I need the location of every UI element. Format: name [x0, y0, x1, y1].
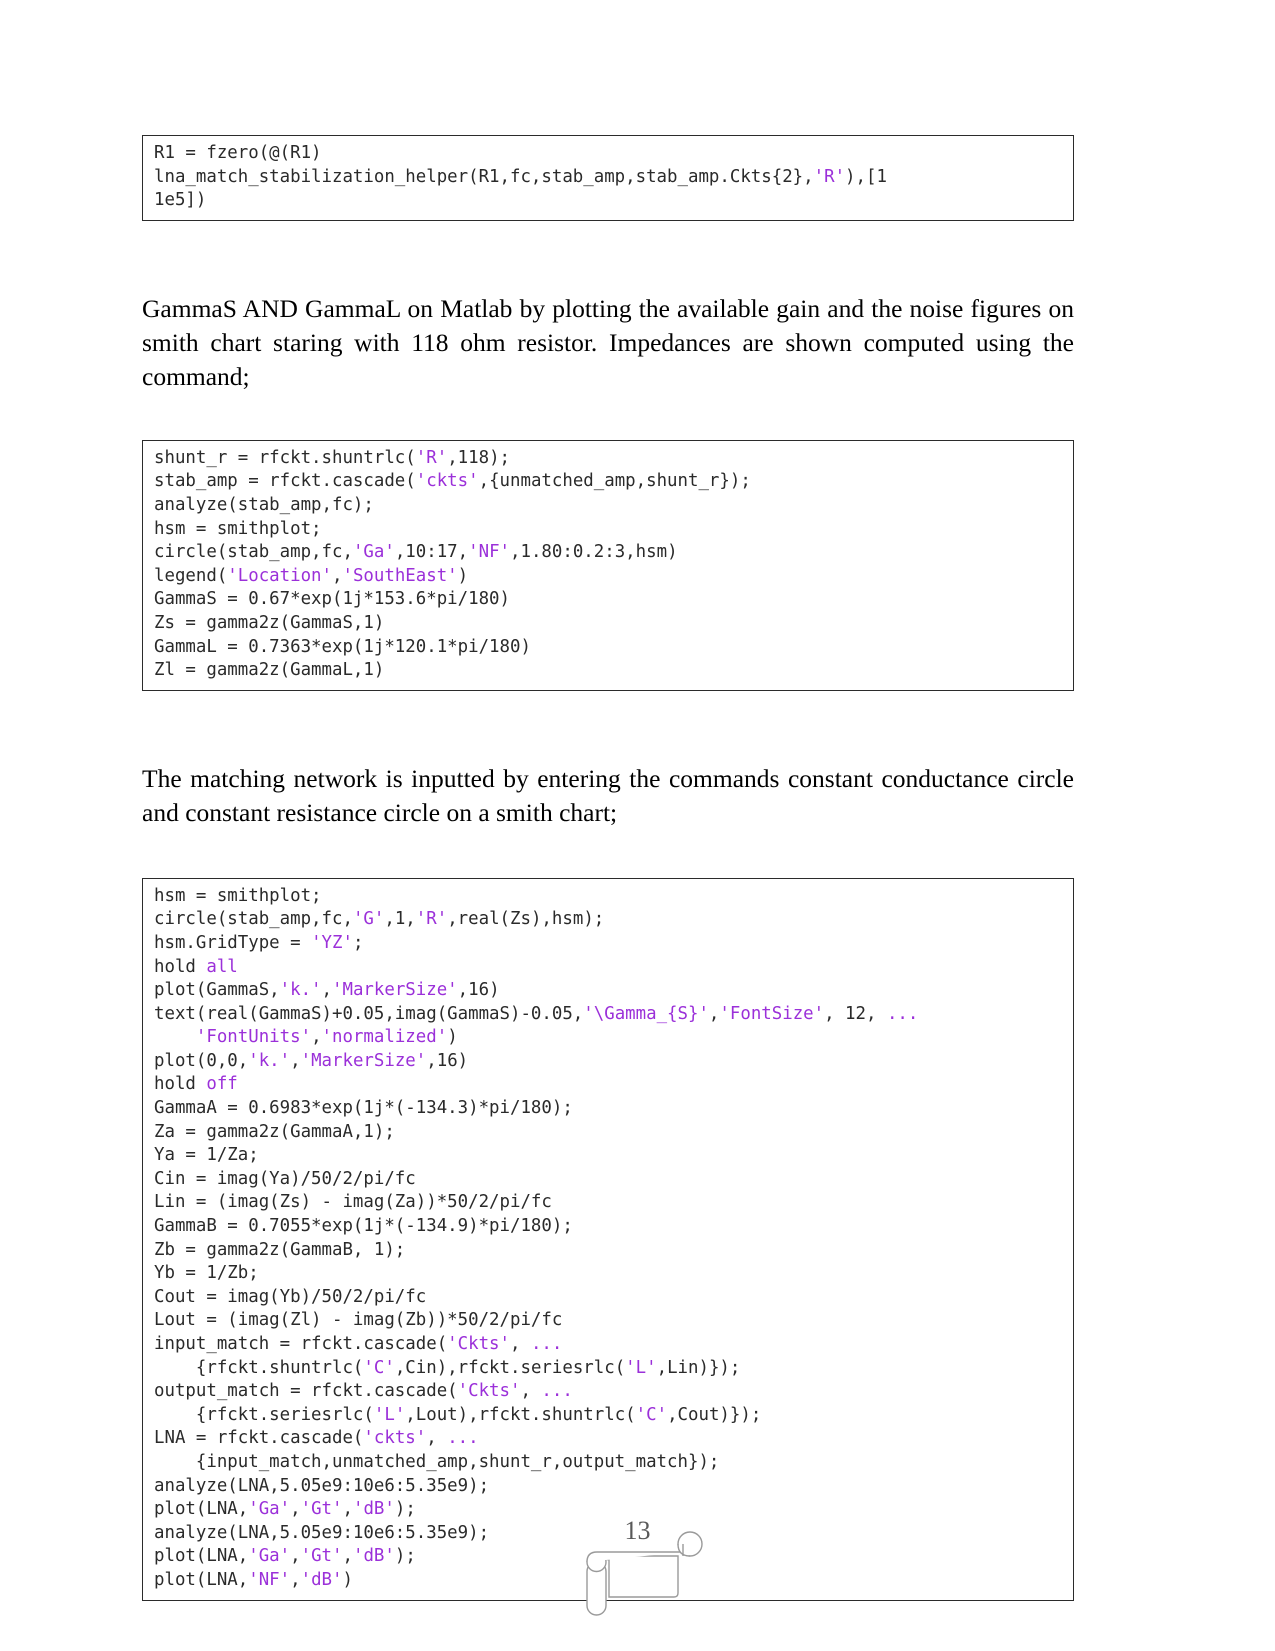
document-page: R1 = fzero(@(R1) lna_match_stabilization_… — [0, 0, 1275, 1651]
page-content: R1 = fzero(@(R1) lna_match_stabilization_… — [142, 135, 1074, 1601]
page-footer: 13 — [0, 1440, 1275, 1616]
code-line: Ya = 1/Za; — [154, 1145, 259, 1166]
vertical-spacer — [142, 856, 1074, 878]
code-continuation: ... — [886, 1003, 919, 1024]
code-line: Zl = gamma2z(GammaL,1) — [154, 660, 385, 681]
code-string: 'L' — [625, 1357, 657, 1378]
code-string: 'NF' — [468, 542, 511, 563]
code-string: 'MarkerSize' — [300, 1050, 427, 1071]
code-string: 'Location' — [227, 565, 332, 586]
code-string: 'Ckts' — [457, 1381, 521, 1402]
code-string: 'Ckts' — [447, 1334, 510, 1354]
paragraph-matching-network: The matching network is inputted by ente… — [142, 764, 1074, 828]
code-line: analyze(stab_amp,fc); — [154, 494, 374, 515]
code-line: hold off — [154, 1074, 238, 1095]
code-string: 'normalized' — [321, 1027, 448, 1048]
code-line: circle(stab_amp,fc,'G',1,'R',real(Zs),hs… — [154, 909, 605, 930]
vertical-spacer — [142, 221, 1074, 267]
code-string: 'G' — [352, 909, 385, 930]
code-line: output_match = rfckt.cascade('Ckts', ... — [154, 1381, 573, 1402]
code-line: GammaA = 0.6983*exp(1j*(-134.3)*pi/180); — [154, 1098, 573, 1119]
code-line: Cin = imag(Ya)/50/2/pi/fc — [154, 1168, 416, 1189]
vertical-spacer — [142, 691, 1074, 737]
code-string: 'k.' — [279, 980, 322, 1001]
code-line: 1e5]) — [154, 190, 207, 211]
code-line: Zb = gamma2z(GammaB, 1); — [154, 1239, 406, 1260]
code-line: Lout = (imag(Zl) - imag(Zb))*50/2/pi/fc — [154, 1310, 563, 1331]
paragraph-gammas-gammal: GammaS AND GammaL on Matlab by plotting … — [142, 294, 1074, 392]
code-line: GammaL = 0.7363*exp(1j*120.1*pi/180) — [154, 636, 531, 657]
scroll-banner-icon — [585, 1531, 703, 1616]
vertical-spacer — [142, 420, 1074, 440]
code-line: input_match = rfckt.cascade('Ckts', ... — [154, 1334, 563, 1354]
code-line: hsm.GridType = 'YZ'; — [154, 932, 364, 953]
code-line: GammaS = 0.67*exp(1j*153.6*pi/180) — [154, 589, 510, 610]
code-line: {rfckt.seriesrlc('L',Lout),rfckt.shuntrl… — [154, 1404, 762, 1425]
code-string: '\Gamma_{S}' — [583, 1003, 709, 1024]
code-string: 'k.' — [248, 1050, 291, 1071]
code-line: shunt_r = rfckt.shuntrlc('R',118); — [154, 447, 511, 468]
code-string: 'L' — [373, 1404, 406, 1425]
code-block-fzero-stabilization-solve[interactable]: R1 = fzero(@(R1) lna_match_stabilization_… — [142, 135, 1074, 221]
code-string: 'R' — [415, 447, 448, 468]
code-string: 'SouthEast' — [342, 565, 458, 586]
code-line: text(real(GammaS)+0.05,imag(GammaS)-0.05… — [154, 1003, 919, 1024]
code-line: stab_amp = rfckt.cascade('ckts',{unmatch… — [154, 471, 751, 492]
code-block-gammas-gammal-smithchart[interactable]: shunt_r = rfckt.shuntrlc('R',118); stab_a… — [142, 439, 1074, 691]
code-line: lna_match_stabilization_helper(R1,fc,sta… — [154, 166, 887, 187]
code-string: 'FontSize' — [719, 1003, 825, 1024]
code-line: Za = gamma2z(GammaA,1); — [154, 1121, 395, 1142]
code-line: Lin = (imag(Zs) - imag(Za))*50/2/pi/fc — [154, 1192, 552, 1213]
page-number-scroll: 13 — [523, 1440, 753, 1620]
code-string: 'R' — [415, 909, 448, 930]
code-line: legend('Location','SouthEast') — [154, 565, 469, 586]
code-line: hold all — [154, 956, 238, 977]
code-line: {rfckt.shuntrlc('C',Cin),rfckt.seriesrlc… — [154, 1357, 741, 1378]
code-string: 'Ga' — [352, 542, 395, 563]
code-line: Cout = imag(Yb)/50/2/pi/fc — [154, 1286, 427, 1307]
code-string: 'ckts' — [415, 471, 479, 492]
code-line: GammaB = 0.7055*exp(1j*(-134.9)*pi/180); — [154, 1216, 573, 1237]
code-string: 'C' — [363, 1357, 395, 1378]
code-line: plot(GammaS,'k.','MarkerSize',16) — [154, 980, 500, 1001]
code-string: 'dB' — [300, 1569, 343, 1590]
code-keyword: all — [206, 956, 238, 977]
code-continuation: ... — [530, 1334, 563, 1354]
code-line: Yb = 1/Zb; — [154, 1263, 259, 1284]
code-line: circle(stab_amp,fc,'Ga',10:17,'NF',1.80:… — [154, 542, 678, 563]
code-line: hsm = smithplot; — [154, 518, 322, 539]
code-string: 'NF' — [248, 1569, 291, 1590]
code-string: 'FontUnits' — [195, 1027, 312, 1048]
code-string: 'R' — [813, 166, 846, 187]
code-continuation: ... — [541, 1381, 573, 1402]
code-line: R1 = fzero(@(R1) — [154, 143, 322, 163]
code-line: Zs = gamma2z(GammaS,1) — [154, 612, 385, 633]
code-string: 'C' — [635, 1404, 668, 1425]
code-line: 'FontUnits','normalized') — [195, 1027, 458, 1048]
code-string: 'MarkerSize' — [332, 980, 458, 1001]
code-keyword: off — [206, 1074, 238, 1095]
code-string: 'YZ' — [311, 932, 353, 953]
code-line: hsm = smithplot; — [154, 885, 322, 906]
code-line: plot(0,0,'k.','MarkerSize',16) — [154, 1050, 469, 1071]
